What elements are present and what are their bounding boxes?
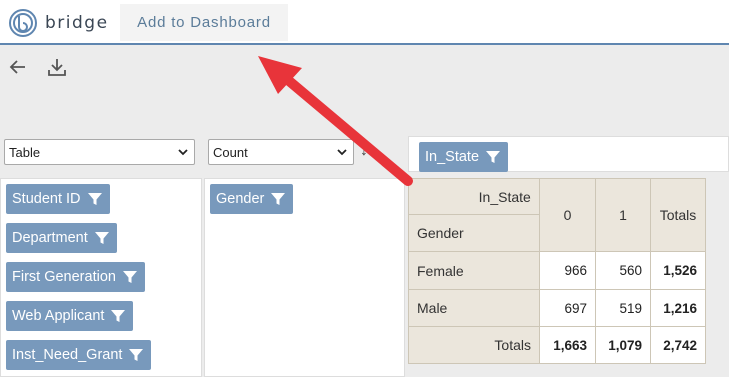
bridge-logo[interactable]: bridge [8,8,109,38]
pivot-value-cell: 966 [539,251,596,290]
field-pill-first-generation[interactable]: First Generation [6,262,145,292]
filter-icon[interactable] [87,191,103,207]
renderer-select[interactable]: Table [4,139,195,165]
col-total-cell: 1,663 [539,326,596,364]
row-header: Female [408,251,540,290]
bridge-logo-icon [9,9,37,37]
field-pill-web-applicant[interactable]: Web Applicant [6,301,134,331]
field-pill-label: Web Applicant [12,308,105,324]
renderer-select-value: Table [9,144,41,160]
field-pill-label: In_State [425,149,480,165]
field-pill-in-state[interactable]: In_State [419,142,509,172]
arrow-left-icon[interactable] [8,57,28,77]
col-totals-header: Totals [650,178,706,252]
field-pill-label: Department [12,230,88,246]
field-pill-label: Inst_Need_Grant [12,347,123,363]
col-attr-label: In_State [470,178,540,215]
row-total-cell: 1,216 [650,289,706,327]
filter-icon[interactable] [270,191,286,207]
add-to-dashboard-tab[interactable]: Add to Dashboard [120,4,288,41]
pivot-value-cell: 560 [595,251,651,290]
filter-icon[interactable] [122,269,138,285]
filter-icon[interactable] [485,149,501,165]
filter-icon[interactable] [94,230,110,246]
field-pill-label: Gender [216,191,265,207]
grand-total-cell: 2,742 [650,326,706,364]
chevron-down-icon [178,149,188,156]
field-pill-inst-need-grant[interactable]: Inst_Need_Grant [6,340,152,370]
row-attr-label: Gender [408,214,471,252]
field-pill-label: Student ID [12,191,81,207]
col-header: 1 [595,178,651,252]
pivot-corner-cell [470,214,540,252]
field-pill-student-id[interactable]: Student ID [6,184,110,214]
pivot-value-cell: 519 [595,289,651,327]
row-total-cell: 1,526 [650,251,706,290]
pivot-value-cell: 697 [539,289,596,327]
row-header: Male [408,289,540,327]
top-bar: bridge Add to Dashboard [0,0,729,45]
field-pill-label: First Generation [12,269,116,285]
filter-icon[interactable] [110,308,126,324]
field-pill-department[interactable]: Department [6,223,117,253]
aggregator-select-value: Count [213,144,248,160]
totals-row: Totals 1,663 1,079 2,742 [408,326,706,364]
download-icon[interactable] [47,57,67,77]
table-row: Male 697 519 1,216 [408,289,706,327]
row-totals-header: Totals [408,326,540,364]
col-header: 0 [539,178,596,252]
pivot-table: In_State 0 1 Totals Gender Female 966 56… [408,178,706,364]
app-name: bridge [45,13,109,33]
filter-icon[interactable] [128,347,144,363]
annotation-arrow [258,56,413,186]
table-row: Female 966 560 1,526 [408,251,706,290]
col-total-cell: 1,079 [595,326,651,364]
